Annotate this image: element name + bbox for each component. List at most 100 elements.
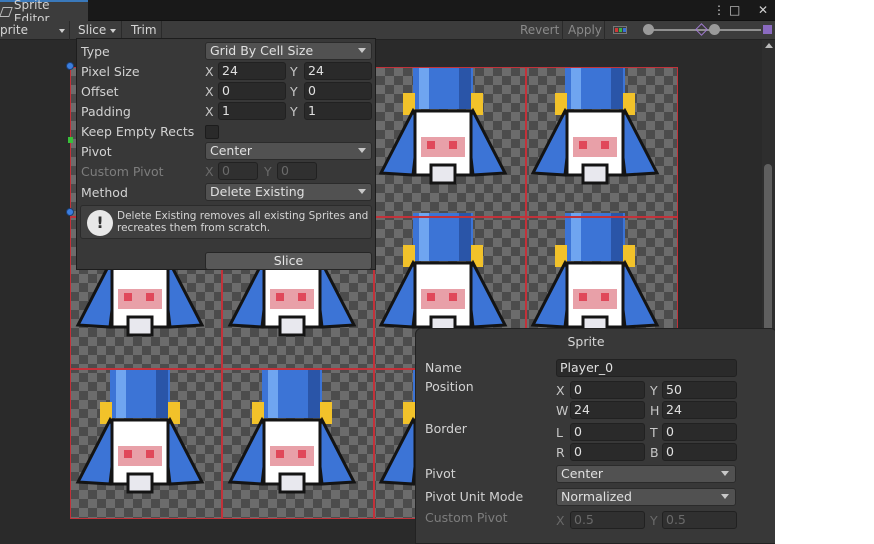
revert-button[interactable]: Revert	[515, 21, 563, 40]
sprite-inspector: Sprite Name Player_0 Position X 0 Y 50 W…	[415, 328, 775, 544]
mode-dropdown[interactable]: prite Editor	[0, 21, 70, 56]
axis-y-label: Y	[650, 513, 658, 528]
axis-w-label: W	[556, 403, 569, 418]
sprite-editor-icon	[0, 6, 13, 17]
pivot-value: Center	[561, 466, 604, 481]
chevron-down-icon	[721, 494, 729, 499]
type-row: Type Grid By Cell Size	[77, 41, 375, 61]
sprite-name-field[interactable]: Player_0	[556, 359, 737, 377]
type-label: Type	[81, 44, 110, 59]
border-b-field[interactable]: 0	[662, 443, 737, 461]
resize-handle[interactable]	[66, 208, 74, 216]
axis-y-label: Y	[290, 104, 298, 119]
type-dropdown[interactable]: Grid By Cell Size	[205, 42, 372, 60]
position-y-field[interactable]: 50	[662, 381, 737, 399]
axis-x-label: X	[205, 64, 214, 79]
resize-handle[interactable]	[66, 62, 74, 70]
small-mountain-icon	[695, 23, 708, 36]
keep-empty-row: Keep Empty Rects	[77, 121, 375, 141]
position-x-field[interactable]: 0	[570, 381, 645, 399]
rgb-channels-icon[interactable]	[613, 26, 627, 34]
keep-empty-label: Keep Empty Rects	[81, 124, 195, 139]
axis-x-label: X	[205, 84, 214, 99]
zoom-slider-knob[interactable]	[643, 24, 654, 35]
help-box: ! Delete Existing removes all existing S…	[80, 205, 372, 239]
axis-y-label: Y	[264, 164, 272, 179]
axis-x-label: X	[205, 104, 214, 119]
more-options-icon[interactable]: ⋮	[713, 2, 725, 18]
axis-r-label: R	[556, 445, 565, 460]
pixel-size-row: Pixel Size X 24 Y 24	[77, 61, 375, 81]
slice-menu-label: Slice	[78, 23, 107, 37]
padding-x-field[interactable]: 1	[218, 102, 286, 120]
pivot-unit-mode-dropdown[interactable]: Normalized	[556, 488, 736, 506]
method-row: Method Delete Existing	[77, 182, 375, 202]
scroll-up-icon[interactable]	[765, 43, 773, 48]
title-bar: Sprite Editor ⋮ □ ✕	[0, 0, 775, 26]
border-label: Border	[425, 421, 467, 436]
axis-x-label: X	[556, 513, 565, 528]
axis-y-label: Y	[290, 84, 298, 99]
offset-label: Offset	[81, 84, 119, 99]
pixel-size-x-field[interactable]: 24	[218, 62, 286, 80]
offset-x-field[interactable]: 0	[218, 82, 286, 100]
chevron-down-icon	[358, 148, 366, 153]
close-icon[interactable]: ✕	[758, 2, 768, 18]
chevron-down-icon	[721, 471, 729, 476]
custom-pivot-x-field: 0	[218, 162, 258, 180]
sprite-cell[interactable]	[374, 67, 526, 217]
axis-y-label: Y	[290, 64, 298, 79]
axis-h-label: H	[650, 403, 660, 418]
pivot-dropdown[interactable]: Center	[556, 465, 736, 483]
pixel-size-y-field[interactable]: 24	[304, 62, 372, 80]
name-label: Name	[425, 360, 462, 375]
axis-x-label: X	[205, 164, 214, 179]
type-value: Grid By Cell Size	[210, 43, 314, 58]
chevron-down-icon	[59, 29, 65, 33]
position-w-field[interactable]: 24	[570, 401, 645, 419]
method-label: Method	[81, 185, 128, 200]
apply-button[interactable]: Apply	[563, 21, 605, 40]
chevron-down-icon	[358, 48, 366, 53]
maximize-icon[interactable]: □	[729, 2, 740, 18]
help-text: Delete Existing removes all existing Spr…	[117, 210, 369, 234]
keep-empty-checkbox[interactable]	[205, 125, 219, 139]
border-l-field[interactable]: 0	[570, 423, 645, 441]
axis-y-label: Y	[650, 383, 658, 398]
chevron-down-icon	[358, 189, 366, 194]
pivot-handle[interactable]	[68, 137, 73, 143]
inspector-title: Sprite	[567, 334, 605, 349]
slice-button[interactable]: Slice	[205, 252, 372, 270]
large-mountain-icon	[763, 25, 772, 34]
custom-pivot-y-field: 0	[277, 162, 317, 180]
method-dropdown[interactable]: Delete Existing	[205, 183, 372, 201]
method-value: Delete Existing	[210, 184, 305, 199]
border-t-field[interactable]: 0	[662, 423, 737, 441]
border-r-field[interactable]: 0	[570, 443, 645, 461]
custom-pivot-y-field: 0.5	[662, 511, 737, 529]
padding-label: Padding	[81, 104, 131, 119]
pivot-unit-mode-value: Normalized	[561, 489, 632, 504]
pivot-label: Pivot	[81, 144, 112, 159]
sprite-cell[interactable]	[526, 67, 678, 217]
axis-b-label: B	[650, 445, 659, 460]
axis-t-label: T	[650, 425, 658, 440]
pivot-label: Pivot	[425, 466, 456, 481]
sprite-cell[interactable]	[70, 369, 222, 519]
offset-y-field[interactable]: 0	[304, 82, 372, 100]
axis-x-label: X	[556, 383, 565, 398]
tab-sprite-editor[interactable]: Sprite Editor	[0, 0, 88, 26]
offset-row: Offset X 0 Y 0	[77, 81, 375, 101]
position-h-field[interactable]: 24	[662, 401, 737, 419]
padding-y-field[interactable]: 1	[304, 102, 372, 120]
sprite-editor-window: Sprite Editor ⋮ □ ✕ prite Editor Slice T…	[0, 0, 775, 544]
pixel-size-label: Pixel Size	[81, 64, 140, 79]
sprite-cell[interactable]	[222, 369, 374, 519]
padding-row: Padding X 1 Y 1	[77, 101, 375, 121]
pivot-row: Pivot Center	[77, 141, 375, 161]
axis-l-label: L	[556, 425, 563, 440]
custom-pivot-label: Custom Pivot	[425, 510, 508, 525]
mip-slider-knob[interactable]	[709, 24, 720, 35]
info-icon: !	[87, 210, 113, 236]
pivot-dropdown[interactable]: Center	[205, 142, 372, 160]
